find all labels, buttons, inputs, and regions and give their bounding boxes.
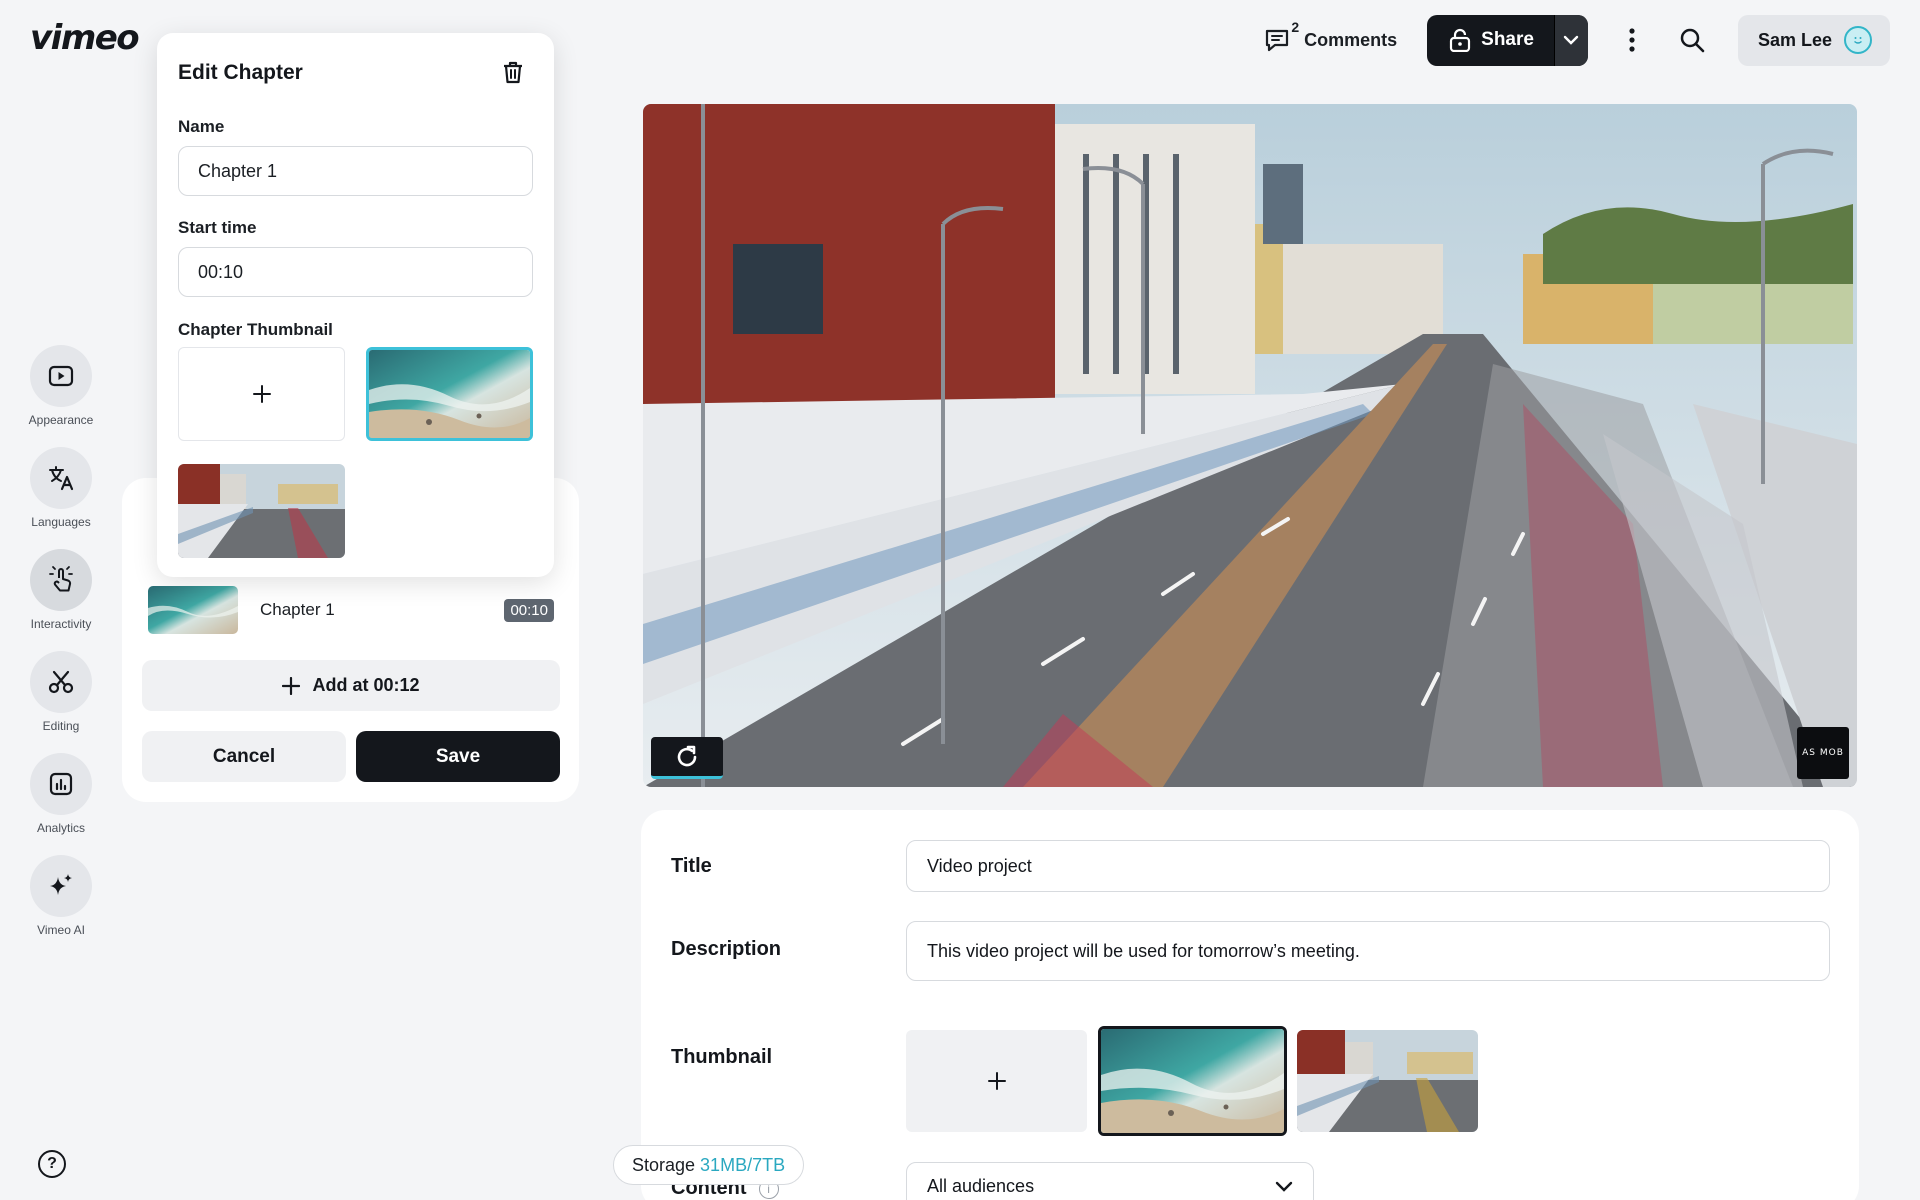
rail-item-editing[interactable]: Editing [0, 651, 122, 753]
scissors-icon [30, 651, 92, 713]
storage-indicator: Storage 31MB/7TB [613, 1145, 805, 1185]
video-thumbnail-highway[interactable] [1297, 1030, 1478, 1132]
play-square-icon [30, 345, 92, 407]
replay-icon [677, 745, 697, 766]
sparkle-icon [30, 855, 92, 917]
chapter-row[interactable]: Chapter 1 00:10 [148, 585, 554, 635]
storage-label: Storage [632, 1154, 696, 1175]
user-name: Sam Lee [1757, 29, 1832, 50]
rail-label: Languages [31, 515, 91, 529]
start-time-input[interactable] [178, 247, 533, 297]
plus-icon [987, 1072, 1006, 1090]
chapter-thumbnail-label: Chapter Thumbnail [178, 320, 333, 339]
save-button[interactable]: Save [356, 731, 560, 782]
rail-item-appearance[interactable]: Appearance [0, 345, 122, 447]
comments-button[interactable]: 2 Comments [1264, 19, 1398, 55]
chapter-row-name: Chapter 1 [260, 600, 335, 619]
rail-item-languages[interactable]: Languages [0, 447, 122, 549]
share-button[interactable]: Share [1427, 15, 1554, 66]
search-button[interactable] [1672, 20, 1712, 60]
rail-item-vimeo-ai[interactable]: Vimeo AI [0, 855, 122, 957]
audience-select[interactable]: All audiences [906, 1162, 1314, 1200]
help-icon: ? [47, 1155, 57, 1172]
audience-value: All audiences [927, 1175, 1035, 1196]
rail-label: Interactivity [30, 617, 92, 631]
delete-chapter-button[interactable] [500, 59, 526, 85]
plus-icon [282, 676, 301, 695]
more-options-button[interactable] [1612, 20, 1652, 60]
watermark-logo: AS MOB [1797, 727, 1849, 779]
rail-item-interactivity[interactable]: Interactivity [0, 549, 122, 651]
left-rail: Appearance Languages Interactivity Editi… [0, 345, 122, 957]
user-menu-button[interactable]: Sam Lee [1737, 14, 1890, 66]
top-bar: 2 Comments Share Sam Lee [1264, 14, 1890, 66]
rail-label: Editing [42, 719, 80, 733]
chevron-down-icon [1564, 35, 1579, 45]
comments-count: 2 [1291, 19, 1300, 35]
comments-label: Comments [1304, 29, 1398, 50]
add-chapter-button[interactable]: Add at 00:12 [142, 660, 560, 711]
trash-icon [504, 61, 522, 84]
vimeo-logo[interactable]: vimeo [30, 18, 140, 58]
title-input[interactable] [906, 840, 1830, 892]
add-chapter-label: Add at 00:12 [312, 675, 420, 695]
rail-label: Vimeo AI [37, 923, 85, 937]
thumbnail-option-highway[interactable] [178, 464, 345, 558]
rail-label: Appearance [28, 413, 94, 427]
add-video-thumbnail-button[interactable] [906, 1030, 1087, 1132]
video-details-panel: Title Description Thumbnail Contenti All… [641, 810, 1859, 1200]
translate-icon [30, 447, 92, 509]
thumbnail-option-beach[interactable] [366, 347, 533, 441]
title-label: Title [671, 855, 712, 877]
search-icon [1680, 28, 1705, 53]
chapter-row-time: 00:10 [504, 598, 554, 622]
lock-icon [1450, 28, 1471, 52]
add-thumbnail-button[interactable] [178, 347, 345, 441]
share-button-group: Share [1427, 14, 1588, 66]
start-time-label: Start time [178, 218, 257, 237]
share-options-button[interactable] [1553, 14, 1588, 66]
kebab-menu-icon [1629, 28, 1635, 52]
video-frame [643, 104, 1857, 787]
description-label: Description [671, 938, 782, 960]
replay-button[interactable] [651, 737, 723, 779]
help-button[interactable]: ? [38, 1150, 66, 1178]
name-label: Name [178, 117, 225, 136]
avatar [1844, 26, 1872, 54]
storage-value: 31MB/7TB [700, 1154, 786, 1175]
bar-chart-icon [30, 753, 92, 815]
video-thumbnail-beach[interactable] [1098, 1026, 1287, 1136]
smiley-icon [1854, 37, 1862, 44]
video-player[interactable]: AS MOB [643, 104, 1857, 787]
tap-hand-icon [30, 549, 92, 611]
cancel-button[interactable]: Cancel [142, 731, 346, 782]
share-label: Share [1481, 29, 1534, 50]
edit-chapter-popover: Edit Chapter Name Start time Chapter Thu… [157, 33, 554, 577]
rail-label: Analytics [36, 821, 86, 835]
comments-icon: 2 [1264, 19, 1299, 55]
rail-item-analytics[interactable]: Analytics [0, 753, 122, 855]
chapter-name-input[interactable] [178, 146, 533, 196]
edit-chapter-title: Edit Chapter [178, 61, 303, 84]
plus-icon [252, 385, 271, 403]
chapter-row-thumbnail [148, 586, 238, 634]
description-input[interactable] [906, 921, 1830, 981]
thumbnail-label: Thumbnail [671, 1046, 773, 1068]
chevron-down-icon [1275, 1181, 1293, 1192]
